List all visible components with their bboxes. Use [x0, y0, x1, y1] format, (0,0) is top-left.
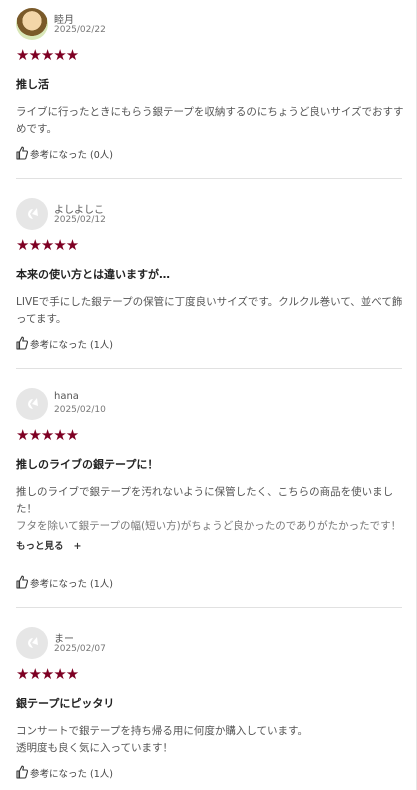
star-rating: ★★★★★	[16, 236, 79, 254]
helpful-count: (1人)	[90, 340, 113, 351]
review-body-line: ってます。	[16, 313, 67, 325]
star-rating: ★★★★★	[16, 46, 79, 64]
review-body: コンサートで銀テープを持ち帰る用に何度か購入しています。 透明度も良く気に入って…	[16, 723, 396, 757]
helpful-text: 参考になった	[30, 150, 88, 161]
helpful-count: (1人)	[90, 579, 113, 590]
reviewer-name: よしよしこ	[54, 205, 104, 216]
thumbs-up-icon	[16, 146, 28, 160]
avatar	[16, 198, 48, 230]
thumbs-up-icon	[16, 575, 28, 589]
review-title: 本来の使い方とは違いますが…	[16, 268, 170, 281]
thumbs-up-icon	[16, 336, 28, 350]
review-divider	[16, 178, 402, 179]
review-body-line: LIVEで手にした銀テープの保管に丁度良いサイズです。クルクル巻いて、並べて飾	[16, 296, 403, 308]
helpful-count: (1人)	[90, 769, 113, 780]
review-date: 2025/02/12	[54, 215, 106, 225]
review-body-line: コンサートで銀テープを持ち帰る用に何度か購入しています。	[16, 725, 309, 737]
review-body: 推しのライブで銀テープを汚れないように保管したく、こちらの商品を使いまし た！ …	[16, 484, 402, 535]
review-body-line: フタを除いて銀テープの幅(短い方)がちょうど良かったのでありがたかったです！	[16, 520, 402, 532]
review-date: 2025/02/22	[54, 25, 106, 35]
avatar	[16, 627, 48, 659]
review-body-line: 透明度も良く気に入っています！	[16, 742, 173, 754]
review-list: 睦月 2025/02/22 ★★★★★ 推し活 ライブに行ったときにもらう銀テー…	[0, 0, 417, 790]
review-divider	[16, 368, 402, 369]
review-body-line: た！	[16, 503, 37, 515]
helpful-label: 参考になった (1人)	[30, 766, 113, 780]
show-more-label: もっと見る	[16, 541, 64, 552]
avatar	[16, 388, 48, 420]
plus-icon: +	[73, 541, 82, 552]
star-rating: ★★★★★	[16, 665, 79, 683]
review-body: ライブに行ったときにもらう銀テープを収納するのにちょうど良いサイズでおすす めで…	[16, 104, 404, 138]
show-more-button[interactable]: もっと見る +	[16, 538, 81, 552]
helpful-count: (0人)	[90, 150, 113, 161]
review-date: 2025/02/10	[54, 405, 106, 415]
star-rating: ★★★★★	[16, 426, 79, 444]
review-body-line: ライブに行ったときにもらう銀テープを収納するのにちょうど良いサイズでおすす	[16, 106, 404, 118]
thumbs-up-icon	[16, 765, 28, 779]
review-title: 推し活	[16, 78, 49, 91]
reviewer-name: まー	[54, 634, 74, 645]
avatar	[16, 8, 48, 40]
reviewer-name: 睦月	[54, 15, 74, 26]
helpful-label: 参考になった (1人)	[30, 576, 113, 590]
reviewer-name: hana	[54, 391, 79, 402]
review-body: LIVEで手にした銀テープの保管に丁度良いサイズです。クルクル巻いて、並べて飾 …	[16, 294, 403, 328]
review-body-line: めです。	[16, 123, 57, 135]
default-user-icon	[28, 637, 38, 648]
default-user-icon	[28, 208, 38, 219]
review-divider	[16, 607, 402, 608]
helpful-label: 参考になった (1人)	[30, 337, 113, 351]
default-user-icon	[28, 398, 38, 409]
review-body-line: 推しのライブで銀テープを汚れないように保管したく、こちらの商品を使いまし	[16, 486, 394, 498]
helpful-label: 参考になった (0人)	[30, 147, 113, 161]
review-date: 2025/02/07	[54, 644, 106, 654]
review-title: 銀テープにピッタリ	[16, 697, 115, 710]
helpful-text: 参考になった	[30, 769, 88, 780]
helpful-text: 参考になった	[30, 340, 88, 351]
helpful-text: 参考になった	[30, 579, 88, 590]
review-title: 推しのライブの銀テープに！	[16, 458, 159, 471]
